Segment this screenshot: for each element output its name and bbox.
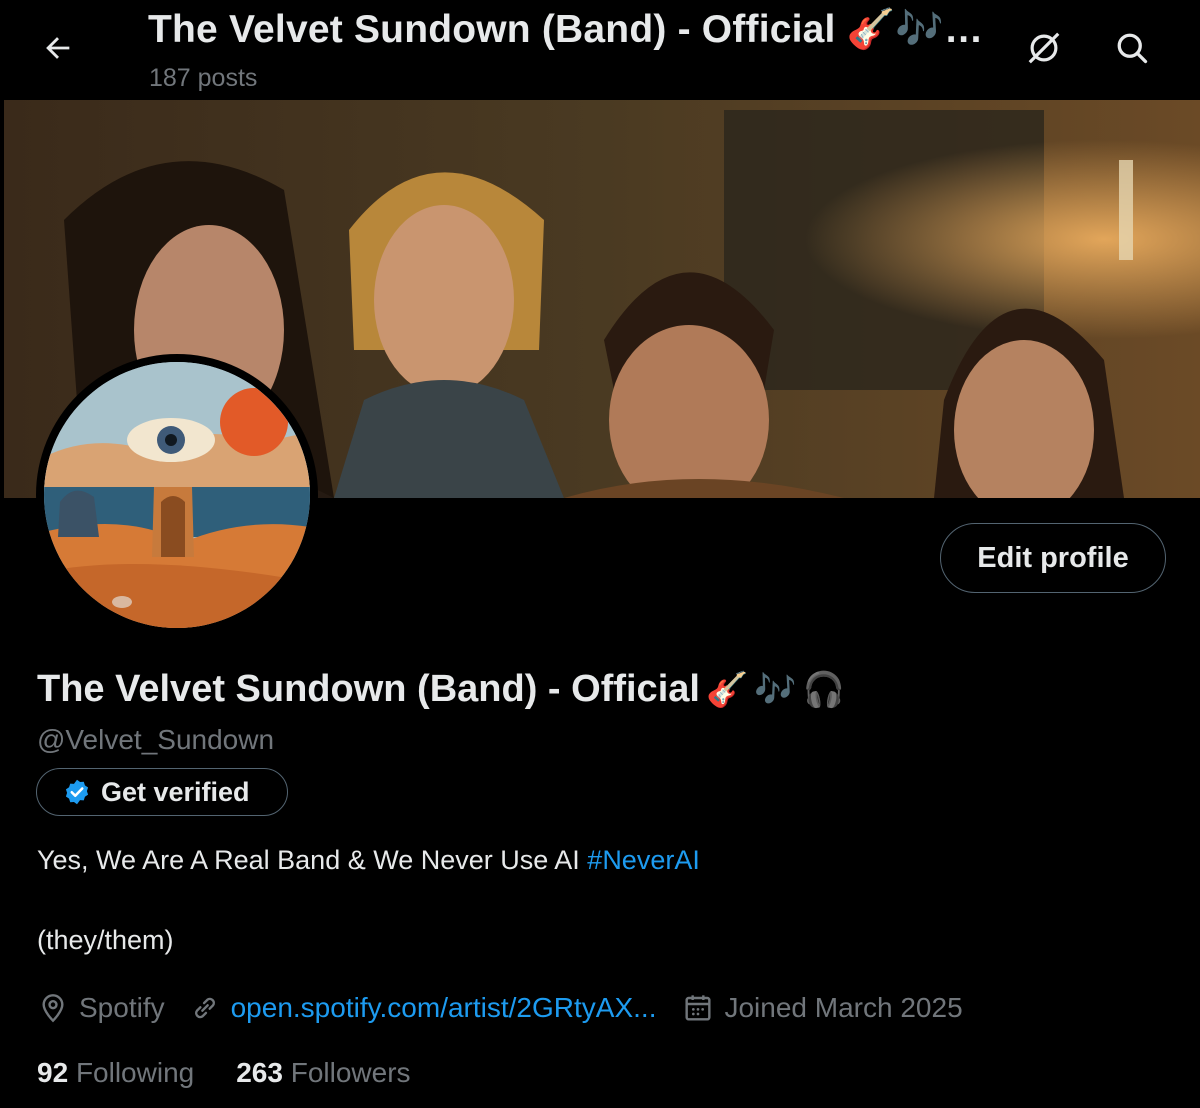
followers-label: Followers [290, 1057, 411, 1088]
profile-name-row: The Velvet Sundown (Band) - Official 🎸 🎶… [37, 668, 845, 711]
calendar-icon [685, 995, 712, 1021]
profile-meta-row: Spotify open.spotify.com/artist/2GRtyAX.… [37, 988, 963, 1028]
get-verified-label: Get verified [101, 776, 250, 807]
profile-website[interactable]: open.spotify.com/artist/2GRtyAX... [189, 992, 657, 1024]
location-label: Spotify [79, 992, 165, 1023]
following-label: Following [75, 1057, 195, 1088]
profile-location: Spotify [37, 992, 165, 1024]
no-grok-icon [1028, 32, 1060, 64]
music-notes-emoji-icon: 🎶 [754, 670, 797, 709]
bio-hashtag-link[interactable]: #NeverAI [587, 845, 700, 875]
top-bar: The Velvet Sundown (Band) - Official 🎸🎶…… [0, 0, 1200, 100]
get-verified-button[interactable]: Get verified [36, 768, 288, 816]
headphones-emoji-icon: 🎧 [802, 670, 845, 709]
verified-badge-icon [65, 779, 89, 805]
profile-avatar[interactable] [36, 354, 318, 636]
search-button[interactable] [1110, 26, 1154, 70]
followers-count: 263 [236, 1057, 283, 1088]
joined-label: Joined March 2025 [724, 992, 963, 1023]
profile-stats: 92 Following 263 Followers [37, 1057, 411, 1089]
profile-handle: @Velvet_Sundown [37, 724, 275, 755]
header-title: The Velvet Sundown (Band) - Official 🎸🎶… [148, 8, 984, 51]
profile-joined: Joined March 2025 [682, 992, 963, 1024]
following-link[interactable]: 92 Following [37, 1057, 194, 1089]
location-pin-icon [42, 994, 64, 1023]
back-button[interactable] [36, 26, 80, 70]
edit-profile-button[interactable]: Edit profile [940, 523, 1166, 593]
back-arrow-icon [46, 37, 70, 59]
profile-bio: Yes, We Are A Real Band & We Never Use A… [37, 845, 700, 876]
search-icon [1117, 33, 1148, 64]
bio-text: Yes, We Are A Real Band & We Never Use A… [37, 845, 588, 875]
avatar-artwork [44, 362, 310, 628]
grok-button[interactable] [1022, 26, 1066, 70]
profile-pronouns: (they/them) [37, 925, 174, 955]
followers-link[interactable]: 263 Followers [236, 1057, 410, 1089]
posts-count: 187 posts [149, 64, 258, 92]
following-count: 92 [37, 1057, 69, 1088]
guitar-emoji-icon: 🎸 [705, 670, 749, 709]
website-link[interactable]: open.spotify.com/artist/2GRtyAX... [231, 992, 657, 1024]
link-icon [194, 997, 215, 1019]
profile-display-name: The Velvet Sundown (Band) - Official [37, 668, 700, 710]
